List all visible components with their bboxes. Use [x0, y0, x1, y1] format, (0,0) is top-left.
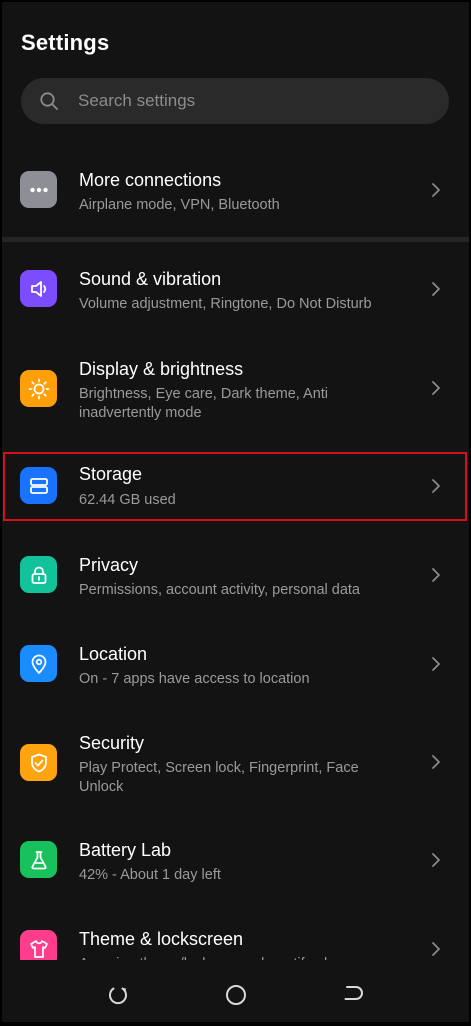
settings-item-security[interactable]: Security Play Protect, Screen lock, Fing…: [2, 724, 469, 809]
item-title: Display & brightness: [79, 359, 244, 379]
storage-icon: [20, 467, 57, 504]
item-title: More connections: [79, 170, 222, 190]
search-input[interactable]: [78, 78, 438, 124]
chevron-right-icon: [432, 657, 440, 671]
chevron-right-icon: [432, 568, 440, 582]
item-title: Security: [79, 733, 145, 753]
item-title: Storage: [79, 464, 143, 484]
chevron-right-icon: [432, 853, 440, 867]
more-dots-icon: [20, 171, 57, 208]
location-pin-icon: [20, 645, 57, 682]
speaker-icon: [20, 270, 57, 307]
navigation-bar: [2, 968, 469, 1022]
chevron-right-icon: [432, 942, 440, 956]
item-title: Sound & vibration: [79, 269, 222, 289]
shield-check-icon: [20, 744, 57, 781]
recents-icon[interactable]: [106, 983, 130, 1007]
item-subtitle: Brightness, Eye care, Dark theme, Anti i…: [79, 386, 329, 421]
settings-item-sound-vibration[interactable]: Sound & vibration Volume adjustment, Rin…: [2, 261, 469, 331]
settings-item-more-connections[interactable]: More connections Airplane mode, VPN, Blu…: [2, 162, 469, 232]
sun-icon: [20, 370, 57, 407]
settings-item-battery-lab[interactable]: Battery Lab 42% - About 1 day left: [2, 832, 469, 902]
item-subtitle: 62.44 GB used: [79, 492, 176, 508]
lock-icon: [20, 556, 57, 593]
settings-item-privacy[interactable]: Privacy Permissions, account activity, p…: [2, 547, 469, 617]
search-icon: [40, 92, 58, 110]
item-title: Privacy: [79, 555, 139, 575]
settings-item-display-brightness[interactable]: Display & brightness Brightness, Eye car…: [2, 350, 469, 435]
item-subtitle: Permissions, account activity, personal …: [79, 582, 361, 598]
item-title: Location: [79, 644, 148, 664]
settings-item-location[interactable]: Location On - 7 apps have access to loca…: [2, 636, 469, 706]
flask-icon: [20, 841, 57, 878]
item-subtitle: 42% - About 1 day left: [79, 867, 221, 883]
item-title: Theme & lockscreen: [79, 929, 244, 949]
chevron-right-icon: [432, 381, 440, 395]
chevron-right-icon: [432, 479, 440, 493]
settings-item-storage[interactable]: Storage 62.44 GB used: [2, 454, 469, 519]
item-subtitle: Play Protect, Screen lock, Fingerprint, …: [79, 760, 359, 795]
home-icon[interactable]: [224, 983, 248, 1007]
item-subtitle: Airplane mode, VPN, Bluetooth: [79, 197, 280, 213]
page-title: Settings: [21, 30, 110, 55]
item-subtitle: On - 7 apps have access to location: [79, 671, 310, 687]
item-subtitle: Volume adjustment, Ringtone, Do Not Dist…: [79, 296, 372, 312]
chevron-right-icon: [432, 282, 440, 296]
search-bar[interactable]: [21, 78, 449, 124]
settings-screen: Settings More connections Airplane mode,…: [2, 2, 469, 1022]
back-icon[interactable]: [342, 983, 366, 1007]
section-divider: [2, 237, 469, 242]
chevron-right-icon: [432, 183, 440, 197]
chevron-right-icon: [432, 755, 440, 769]
item-title: Battery Lab: [79, 840, 172, 860]
